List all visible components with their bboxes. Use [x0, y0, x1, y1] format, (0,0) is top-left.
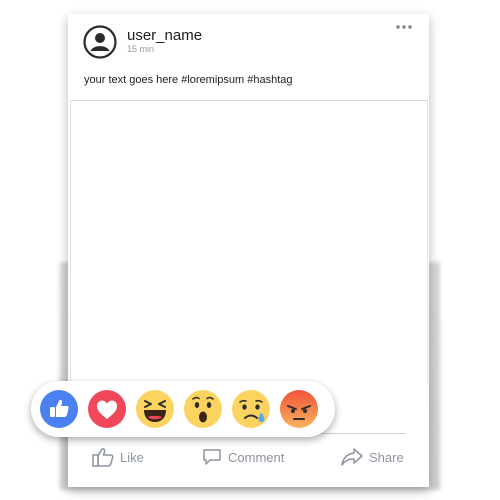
avatar-icon[interactable]	[83, 25, 117, 59]
thumbs-up-icon	[92, 448, 114, 467]
post-header: user_name 15 min	[68, 14, 429, 74]
post-media[interactable]	[70, 100, 428, 385]
post-text: your text goes here #loremipsum #hashtag	[84, 74, 293, 86]
like-icon[interactable]	[40, 390, 78, 428]
like-label: Like	[120, 449, 144, 465]
angry-icon[interactable]	[280, 390, 318, 428]
wow-icon[interactable]	[184, 390, 222, 428]
like-button[interactable]: Like	[92, 446, 144, 468]
love-icon[interactable]	[88, 390, 126, 428]
user-name[interactable]: user_name	[127, 27, 202, 44]
comment-icon	[203, 449, 221, 465]
comment-button[interactable]: Comment	[202, 446, 284, 468]
more-options-icon[interactable]	[394, 22, 414, 32]
reactions-bar	[31, 381, 335, 437]
haha-icon[interactable]	[136, 390, 174, 428]
share-label: Share	[369, 449, 404, 465]
post-time: 15 min	[127, 44, 155, 54]
share-button[interactable]: Share	[341, 446, 404, 468]
sad-icon[interactable]	[232, 390, 270, 428]
share-icon	[341, 448, 363, 466]
comment-label: Comment	[228, 449, 285, 465]
